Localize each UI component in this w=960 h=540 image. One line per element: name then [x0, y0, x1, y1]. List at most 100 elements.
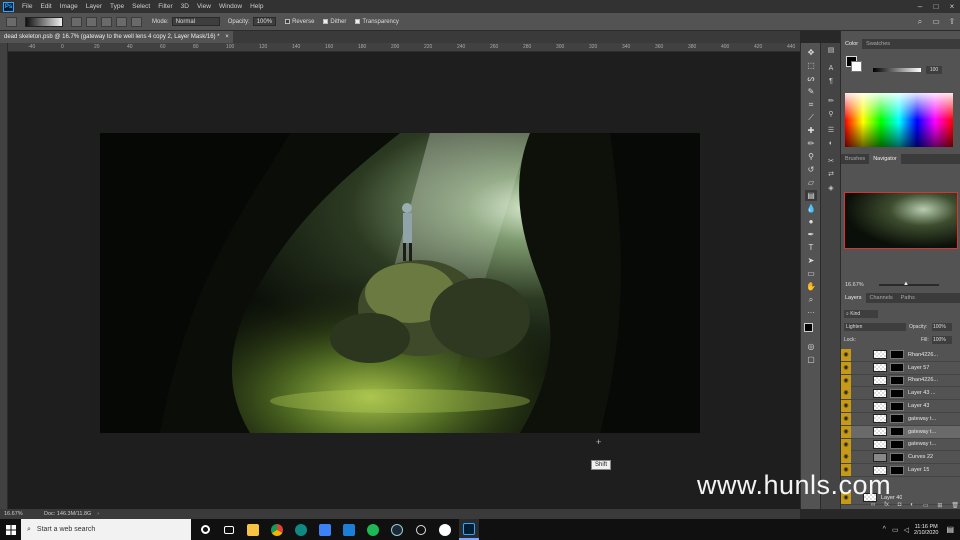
angle-gradient-icon[interactable] — [101, 16, 112, 27]
close-icon[interactable]: × — [944, 2, 960, 11]
photoshop-logo[interactable]: Ps — [3, 1, 14, 12]
volume-icon[interactable]: ◁ — [904, 526, 909, 534]
layer-row-selected[interactable]: ◉ gateway t... — [841, 425, 960, 439]
share-icon[interactable]: ⇪ — [944, 17, 960, 26]
brightness-slider[interactable] — [873, 68, 921, 72]
tab-layers[interactable]: Layers — [841, 293, 866, 303]
document-size[interactable]: Doc: 146.3M/11.8G — [44, 511, 91, 517]
zoom-tool-icon[interactable]: ⌕ — [805, 294, 817, 305]
tray-chevron-icon[interactable]: ^ — [883, 526, 886, 533]
radial-gradient-icon[interactable] — [86, 16, 97, 27]
opacity-field[interactable]: 100% — [252, 17, 277, 26]
linear-gradient-icon[interactable] — [71, 16, 82, 27]
dodge-tool-icon[interactable]: ● — [805, 216, 817, 227]
trash-icon[interactable]: 🗑 — [951, 502, 959, 509]
artwork-canvas[interactable] — [100, 133, 700, 433]
pen-tool-icon[interactable]: ✒ — [805, 229, 817, 240]
transparency-checkbox[interactable]: Transparency — [355, 19, 399, 25]
close-tab-icon[interactable]: × — [225, 34, 229, 40]
brush-settings-icon[interactable]: ✏ — [825, 96, 837, 107]
notifications-icon[interactable]: ▤ — [946, 525, 954, 534]
task-view-icon[interactable] — [219, 519, 239, 540]
dither-checkbox[interactable]: Dither — [323, 19, 346, 25]
layer-row[interactable]: ◉ gateway t... — [841, 438, 960, 452]
glyphs-panel-icon[interactable]: ◈ — [825, 183, 837, 194]
layer-row[interactable]: ◉ Curves 22 — [841, 451, 960, 465]
blur-tool-icon[interactable]: 💧 — [805, 203, 817, 214]
layer-row[interactable]: ◉ Layer 57 — [841, 361, 960, 375]
fx-icon[interactable]: fx — [884, 502, 889, 509]
steam-icon[interactable] — [387, 519, 407, 540]
eraser-tool-icon[interactable]: ▱ — [805, 177, 817, 188]
app-icon[interactable] — [339, 519, 359, 540]
layer-row[interactable]: ◉ Rhan4226... — [841, 348, 960, 362]
new-layer-icon[interactable]: ⊞ — [937, 502, 942, 509]
crop-tool-icon[interactable]: ⌗ — [805, 99, 817, 110]
file-explorer-icon[interactable] — [243, 519, 263, 540]
hand-tool-icon[interactable]: ✋ — [805, 281, 817, 292]
navigator-preview[interactable] — [844, 192, 958, 249]
menu-file[interactable]: File — [22, 3, 32, 10]
clock[interactable]: 11:16 PM 2/10/2020 — [914, 524, 938, 536]
color-background-swatch[interactable] — [851, 61, 862, 72]
tab-channels[interactable]: Channels — [866, 293, 897, 303]
screen-mode-icon[interactable]: ▢ — [805, 354, 817, 365]
app-icon[interactable] — [435, 519, 455, 540]
gradient-tool-icon[interactable]: ▤ — [805, 190, 817, 201]
network-icon[interactable]: ▭ — [892, 526, 899, 534]
eye-icon[interactable]: ◉ — [841, 451, 851, 464]
brush-tool-icon[interactable]: ✏ — [805, 138, 817, 149]
gradient-tool-preset-icon[interactable] — [6, 16, 17, 27]
eyedropper-tool-icon[interactable]: ⟋ — [805, 112, 817, 123]
workspace-icon[interactable]: ▭ — [928, 17, 944, 26]
chrome-icon[interactable] — [267, 519, 287, 540]
fill-field[interactable]: 100% — [932, 336, 952, 344]
clone-stamp-tool-icon[interactable]: ⚲ — [805, 151, 817, 162]
healing-tool-icon[interactable]: ✚ — [805, 125, 817, 136]
navigator-zoom-slider[interactable] — [879, 284, 939, 286]
move-tool-icon[interactable]: ✥ — [805, 47, 817, 58]
eye-icon[interactable]: ◉ — [841, 438, 851, 451]
character-panel-icon[interactable]: A — [825, 63, 837, 74]
reflected-gradient-icon[interactable] — [116, 16, 127, 27]
tool-presets-icon[interactable]: ✂ — [825, 156, 837, 167]
eye-icon[interactable]: ◉ — [841, 348, 851, 361]
spotify-icon[interactable] — [363, 519, 383, 540]
tab-color[interactable]: Color — [841, 39, 863, 49]
quick-mask-icon[interactable]: ◎ — [805, 341, 817, 352]
mode-select[interactable]: Normal — [171, 17, 220, 26]
reverse-checkbox[interactable]: Reverse — [285, 19, 314, 25]
vertical-ruler[interactable] — [0, 43, 8, 509]
adjustment-layer-icon[interactable]: ◐ — [910, 502, 914, 509]
status-arrow-icon[interactable]: › — [97, 511, 99, 517]
eye-icon[interactable]: ◉ — [841, 374, 851, 387]
zoom-slider-handle-icon[interactable]: ▲ — [903, 281, 909, 287]
paragraph-panel-icon[interactable]: ¶ — [825, 76, 837, 87]
layer-row[interactable]: ◉ gateway t... — [841, 412, 960, 426]
eye-icon[interactable]: ◉ — [841, 361, 851, 374]
search-icon[interactable]: ⌕ — [912, 17, 928, 27]
tab-brushes[interactable]: Brushes — [841, 154, 869, 164]
cortana-icon[interactable] — [195, 519, 215, 540]
path-selection-tool-icon[interactable]: ➤ — [805, 255, 817, 266]
tab-navigator[interactable]: Navigator — [869, 154, 901, 164]
history-panel-icon[interactable]: ▤ — [825, 45, 837, 56]
menu-window[interactable]: Window — [219, 3, 242, 10]
more-tools-icon[interactable]: ··· — [805, 307, 817, 318]
color-spectrum[interactable] — [845, 93, 953, 147]
menu-edit[interactable]: Edit — [40, 3, 51, 10]
eye-icon[interactable]: ◉ — [841, 400, 851, 413]
marquee-tool-icon[interactable]: ⬚ — [805, 60, 817, 71]
app-icon[interactable] — [411, 519, 431, 540]
navigator-zoom[interactable]: 16.67% — [845, 282, 864, 288]
taskbar-search[interactable]: ⌕ Start a web search — [21, 519, 191, 540]
rectangle-tool-icon[interactable]: ▭ — [805, 268, 817, 279]
menu-select[interactable]: Select — [132, 3, 150, 10]
menu-help[interactable]: Help — [250, 3, 263, 10]
type-tool-icon[interactable]: T — [805, 242, 817, 253]
lasso-tool-icon[interactable]: ᔕ — [805, 73, 817, 84]
app-icon[interactable] — [291, 519, 311, 540]
windows-start-button[interactable] — [0, 519, 21, 540]
add-mask-icon[interactable]: ◘ — [898, 502, 902, 509]
gradient-picker[interactable] — [25, 16, 63, 27]
